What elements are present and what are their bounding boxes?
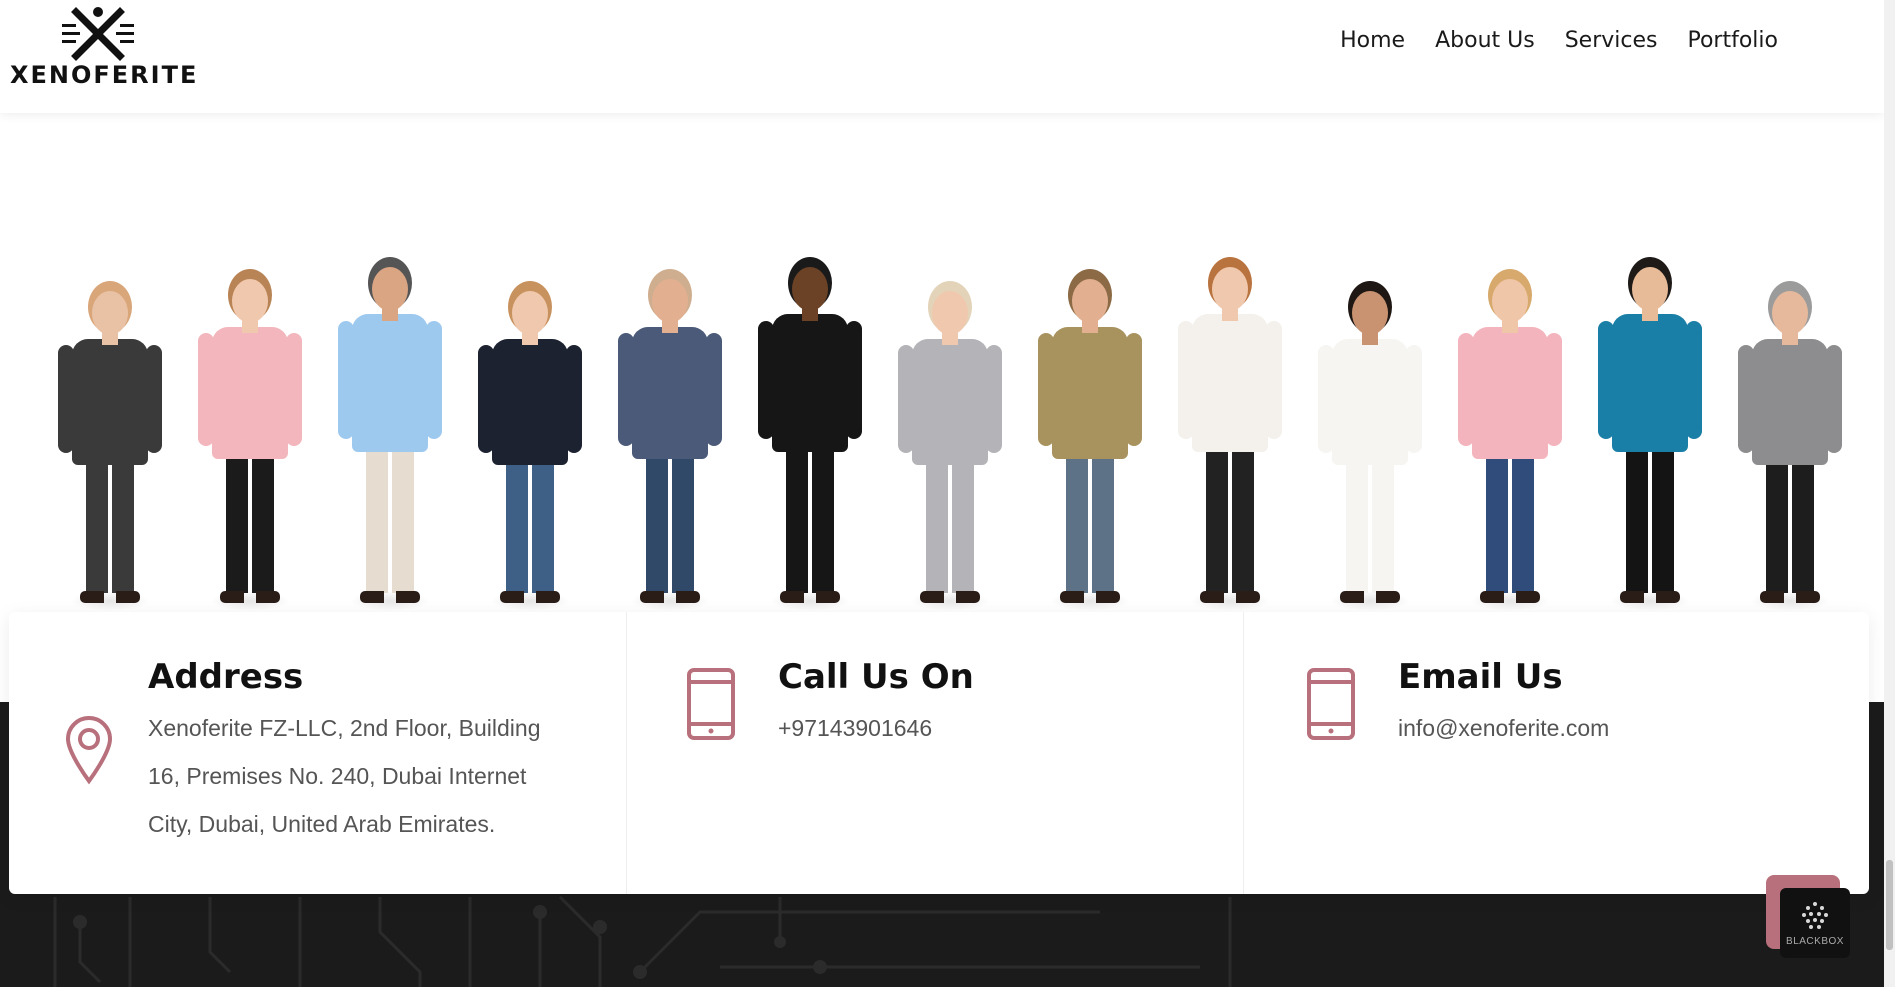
nav-services[interactable]: Services — [1565, 28, 1658, 53]
phone-number-link[interactable]: +97143901646 — [778, 704, 932, 752]
page: XENOFERITE Home About Us Services Portfo… — [0, 0, 1895, 987]
contact-card: Address Xenoferite FZ-LLC, 2nd Floor, Bu… — [9, 612, 1869, 894]
team-member-figure — [1030, 209, 1150, 611]
address-line-3: City, Dubai, United Arab Emirates. — [148, 811, 496, 837]
team-banner-image — [0, 113, 1884, 613]
tablet-icon — [687, 668, 735, 740]
address-line-1: Xenoferite FZ-LLC, 2nd Floor, Building — [148, 715, 541, 741]
page-scrollbar[interactable] — [1884, 0, 1895, 987]
team-member-figure — [50, 223, 170, 611]
site-header: XENOFERITE Home About Us Services Portfo… — [0, 0, 1884, 113]
team-member-figure — [470, 223, 590, 611]
blackbox-icon — [1802, 901, 1828, 929]
main-nav: Home About Us Services Portfolio — [1340, 28, 1778, 53]
address-column: Address Xenoferite FZ-LLC, 2nd Floor, Bu… — [9, 612, 626, 894]
scrollbar-thumb[interactable] — [1886, 860, 1893, 950]
phone-column: Call Us On +97143901646 — [626, 612, 1243, 894]
location-pin-icon — [65, 716, 113, 785]
team-member-figure — [190, 209, 310, 611]
brand-name: XENOFERITE — [10, 61, 199, 89]
address-title: Address — [148, 657, 304, 697]
phone-title: Call Us On — [778, 657, 974, 697]
team-member-figure — [610, 209, 730, 611]
brand-logo[interactable]: XENOFERITE — [10, 6, 196, 89]
blackbox-label: BLACKBOX — [1786, 935, 1844, 947]
team-member-figure — [890, 223, 1010, 611]
team-member-figure — [1590, 195, 1710, 611]
team-member-figure — [330, 195, 450, 611]
team-member-figure — [750, 195, 870, 611]
email-link[interactable]: info@xenoferite.com — [1398, 704, 1609, 752]
nav-about-us[interactable]: About Us — [1435, 28, 1535, 53]
address-line-2: 16, Premises No. 240, Dubai Internet — [148, 763, 527, 789]
logo-mark-icon — [62, 7, 134, 61]
team-member-figure — [1730, 223, 1850, 611]
team-member-figure — [1450, 209, 1570, 611]
nav-portfolio[interactable]: Portfolio — [1687, 28, 1778, 53]
team-member-figure — [1310, 223, 1430, 611]
email-title: Email Us — [1398, 657, 1563, 697]
nav-home[interactable]: Home — [1340, 28, 1405, 53]
tablet-icon — [1307, 668, 1355, 740]
team-member-figure — [1170, 195, 1290, 611]
email-column: Email Us info@xenoferite.com — [1243, 612, 1869, 894]
address-text: Xenoferite FZ-LLC, 2nd Floor, Building 1… — [148, 704, 588, 848]
blackbox-widget[interactable]: BLACKBOX — [1780, 888, 1850, 958]
